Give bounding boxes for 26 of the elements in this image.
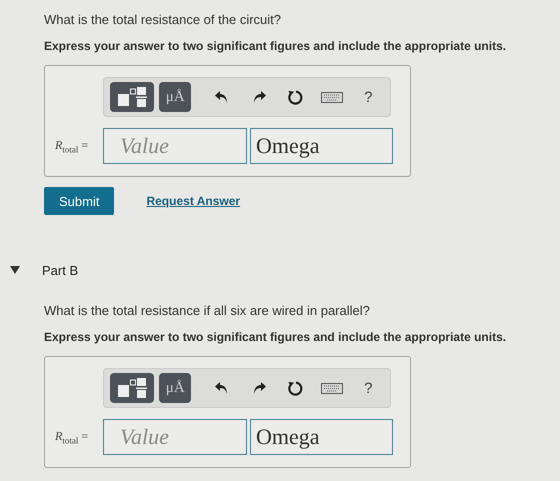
submit-button[interactable]: Submit	[44, 187, 114, 215]
part-title: Part B	[42, 262, 78, 278]
templates-button[interactable]	[110, 82, 154, 112]
question-text: What is the total resistance of the circuit?	[44, 12, 282, 28]
reset-icon	[287, 380, 304, 396]
units-button[interactable]: μÅ	[159, 82, 191, 112]
variable-label: R$_{total}$ =	[55, 138, 90, 154]
template-icon	[116, 86, 148, 108]
template-icon	[116, 377, 148, 399]
variable-label: R$_{total}$ =	[55, 428, 90, 446]
help-button[interactable]: ?	[352, 380, 384, 396]
question-text: What is the total resistance if all six are wired in parallel?	[44, 303, 371, 319]
templates-button[interactable]	[110, 373, 154, 403]
keyboard-icon	[320, 382, 343, 394]
instruction-text: Express your answer to two significant figures and include the appropriate units.	[44, 329, 508, 345]
value-field[interactable]: Value	[103, 128, 247, 164]
unit-field[interactable]: Omega	[250, 128, 393, 164]
reset-icon	[287, 89, 304, 105]
instruction-text: Express your answer to two significant figures and include the appropriate units.	[44, 38, 508, 54]
request-answer-link[interactable]: Request Answer	[146, 194, 240, 208]
keyboard-icon	[320, 92, 343, 102]
units-button[interactable]: μÅ	[159, 373, 191, 403]
caret-down-icon[interactable]	[10, 266, 20, 274]
help-button[interactable]: ?	[352, 88, 384, 106]
unit-field[interactable]: Omega	[250, 419, 393, 455]
value-field[interactable]: Value	[103, 419, 247, 455]
